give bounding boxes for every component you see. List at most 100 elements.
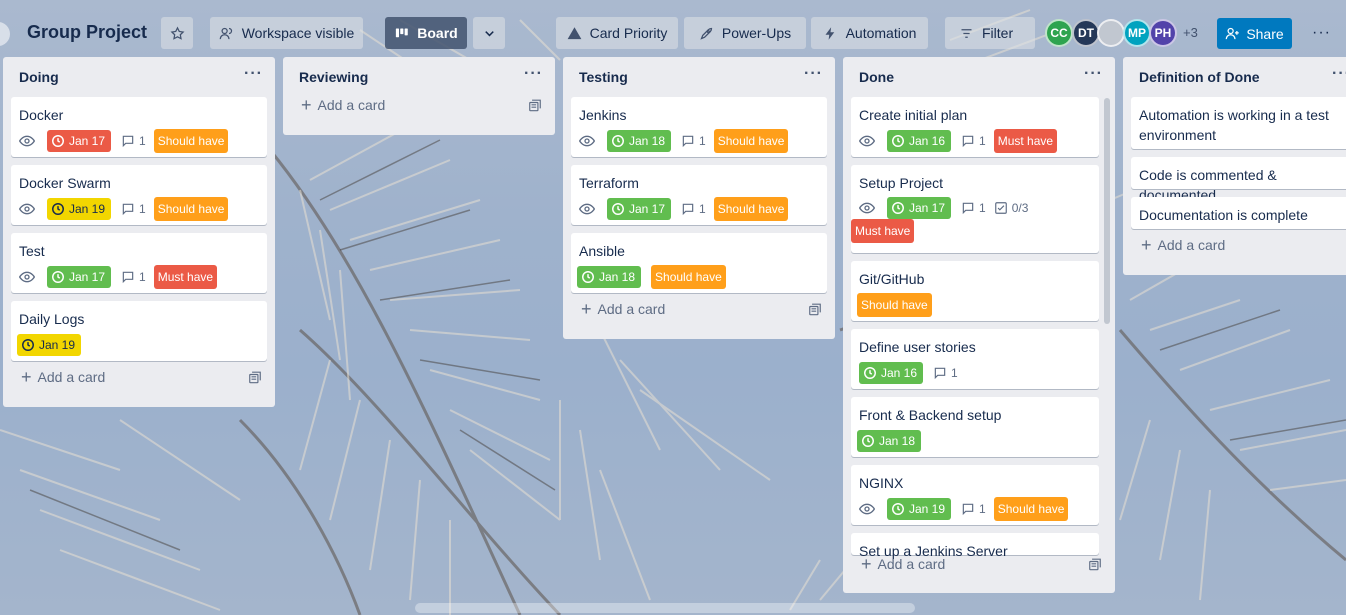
add-card-button[interactable]: + Add a card bbox=[301, 96, 385, 114]
due-date-badge[interactable]: Jan 18 bbox=[857, 430, 922, 452]
list-done: Done ··· Create initial plan Jan 16 1 Must ha… bbox=[843, 57, 1115, 593]
due-date-badge[interactable]: Jan 19 bbox=[887, 498, 952, 520]
board-view-button[interactable]: Board bbox=[385, 17, 467, 49]
automation-button[interactable]: Automation bbox=[811, 17, 928, 49]
workspace-visible-button[interactable]: Workspace visible bbox=[210, 17, 363, 49]
due-date-badge[interactable]: Jan 17 bbox=[887, 197, 952, 219]
list-title[interactable]: Doing bbox=[3, 57, 275, 95]
eye-icon bbox=[19, 200, 37, 218]
priority-label[interactable]: Must have bbox=[851, 219, 915, 243]
card[interactable]: Git/GitHub Should have bbox=[851, 261, 1099, 321]
card[interactable]: Docker Jan 17 1 Should have bbox=[11, 97, 267, 157]
add-card-button[interactable]: + Add a card bbox=[581, 300, 665, 318]
list-menu-icon[interactable]: ··· bbox=[244, 65, 263, 83]
checklist-badge: 0/3 bbox=[994, 201, 1029, 215]
card-priority-button[interactable]: Card Priority bbox=[556, 17, 678, 49]
due-date-text: Jan 18 bbox=[629, 134, 666, 148]
due-date-badge[interactable]: Jan 19 bbox=[17, 334, 82, 356]
card-title: Automation is working in a test environm… bbox=[1139, 107, 1329, 143]
list-title[interactable]: Testing bbox=[563, 57, 835, 95]
back-button[interactable] bbox=[0, 22, 10, 46]
list-doing: Doing ··· Docker Jan 17 1 Should have Docker S… bbox=[3, 57, 275, 407]
share-button[interactable]: Share bbox=[1217, 18, 1292, 49]
priority-label[interactable]: Must have bbox=[993, 129, 1058, 153]
list-menu-icon[interactable]: ··· bbox=[524, 65, 543, 83]
card-title: Front & Backend setup bbox=[859, 407, 1002, 423]
list-menu-icon[interactable]: ··· bbox=[804, 65, 823, 83]
card[interactable]: Documentation is complete bbox=[1131, 197, 1346, 229]
add-card-button[interactable]: + Add a card bbox=[1141, 236, 1225, 254]
card-template-icon[interactable] bbox=[528, 99, 542, 113]
power-ups-button[interactable]: Power-Ups bbox=[684, 17, 806, 49]
comment-count: 1 bbox=[979, 502, 986, 516]
priority-label[interactable]: Should have bbox=[713, 129, 789, 153]
chevron-down-icon bbox=[484, 30, 494, 36]
checklist-count: 0/3 bbox=[1011, 201, 1029, 215]
card[interactable]: NGINX Jan 19 1 Should have bbox=[851, 465, 1099, 525]
avatar[interactable]: CC bbox=[1045, 19, 1073, 47]
comment-badge: 1 bbox=[121, 270, 146, 284]
due-date-badge[interactable]: Jan 16 bbox=[859, 362, 924, 384]
card-template-icon[interactable] bbox=[1088, 558, 1102, 572]
card-title: NGINX bbox=[859, 475, 904, 491]
comment-icon bbox=[121, 202, 135, 216]
due-date-text: Jan 19 bbox=[909, 502, 946, 516]
star-button[interactable] bbox=[161, 17, 193, 49]
priority-label[interactable]: Should have bbox=[153, 129, 229, 153]
due-date-text: Jan 17 bbox=[909, 201, 946, 215]
avatar[interactable]: MP bbox=[1123, 19, 1151, 47]
priority-label[interactable]: Should have bbox=[713, 197, 789, 221]
view-switcher-button[interactable] bbox=[473, 17, 505, 49]
card-title: Create initial plan bbox=[859, 107, 968, 123]
add-card-button[interactable]: + Add a card bbox=[21, 368, 105, 386]
more-menu-icon[interactable]: ··· bbox=[1312, 24, 1331, 42]
card[interactable]: Set up a Jenkins Server bbox=[851, 533, 1099, 559]
list-menu-icon[interactable]: ··· bbox=[1332, 65, 1346, 83]
comment-badge: 1 bbox=[933, 366, 958, 380]
avatar[interactable]: PH bbox=[1149, 19, 1177, 47]
due-date-badge[interactable]: Jan 16 bbox=[887, 130, 952, 152]
horizontal-scrollbar[interactable] bbox=[415, 603, 915, 613]
comment-icon bbox=[961, 134, 975, 148]
card[interactable]: Jenkins Jan 18 1 Should have bbox=[571, 97, 827, 157]
due-date-badge[interactable]: Jan 17 bbox=[607, 198, 672, 220]
due-date-badge[interactable]: Jan 18 bbox=[577, 266, 642, 288]
list-menu-icon[interactable]: ··· bbox=[1084, 65, 1103, 83]
due-date-badge[interactable]: Jan 19 bbox=[47, 198, 112, 220]
card[interactable]: Code is commented & documented bbox=[1131, 157, 1346, 203]
card[interactable]: Create initial plan Jan 16 1 Must have bbox=[851, 97, 1099, 157]
card[interactable]: Terraform Jan 17 1 Should have bbox=[571, 165, 827, 225]
list-title[interactable]: Done bbox=[843, 57, 1115, 95]
card[interactable]: Define user stories Jan 16 1 bbox=[851, 329, 1099, 389]
priority-label[interactable]: Should have bbox=[857, 293, 932, 317]
card[interactable]: Setup Project Jan 17 1 0/3 Must have bbox=[851, 165, 1099, 253]
due-date-badge[interactable]: Jan 18 bbox=[607, 130, 672, 152]
more-members-count[interactable]: +3 bbox=[1183, 25, 1198, 40]
card-template-icon[interactable] bbox=[808, 303, 822, 317]
list-title[interactable]: Definition of Done bbox=[1123, 57, 1346, 95]
list-title[interactable]: Reviewing bbox=[283, 57, 555, 95]
priority-label[interactable]: Must have bbox=[153, 265, 218, 289]
priority-label[interactable]: Should have bbox=[153, 197, 229, 221]
card[interactable]: Ansible Jan 18 Should have bbox=[571, 233, 827, 293]
board-title[interactable]: Group Project bbox=[27, 22, 147, 43]
priority-label[interactable]: Should have bbox=[993, 497, 1069, 521]
card-badges: Jan 17 1 Must have bbox=[19, 265, 259, 289]
card-template-icon[interactable] bbox=[248, 371, 262, 385]
card[interactable]: Daily Logs Jan 19 bbox=[11, 301, 267, 361]
card-title: Ansible bbox=[579, 243, 625, 259]
card[interactable]: Docker Swarm Jan 19 1 Should have bbox=[11, 165, 267, 225]
due-date-badge[interactable]: Jan 17 bbox=[47, 130, 112, 152]
comment-badge: 1 bbox=[961, 502, 986, 516]
due-date-badge[interactable]: Jan 17 bbox=[47, 266, 112, 288]
avatar[interactable] bbox=[1097, 19, 1125, 47]
add-card-label: Add a card bbox=[877, 556, 946, 572]
filter-button[interactable]: Filter bbox=[945, 17, 1035, 49]
card[interactable]: Automation is working in a test environm… bbox=[1131, 97, 1346, 149]
add-card-button[interactable]: + Add a card bbox=[861, 555, 946, 573]
priority-label[interactable]: Should have bbox=[651, 265, 726, 289]
avatar[interactable]: DT bbox=[1072, 19, 1100, 47]
card[interactable]: Front & Backend setup Jan 18 bbox=[851, 397, 1099, 457]
card[interactable]: Test Jan 17 1 Must have bbox=[11, 233, 267, 293]
list-scrollbar[interactable] bbox=[1104, 98, 1110, 324]
